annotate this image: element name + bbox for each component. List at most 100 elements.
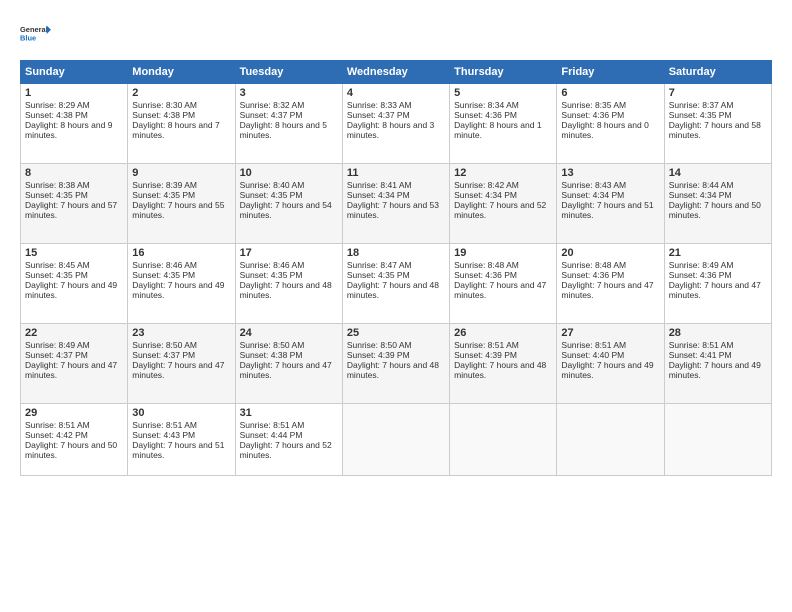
calendar-cell: 4 Sunrise: 8:33 AM Sunset: 4:37 PM Dayli… bbox=[342, 84, 449, 164]
sunrise-label: Sunrise: 8:51 AM bbox=[561, 340, 626, 350]
daylight-label: Daylight: 7 hours and 55 minutes. bbox=[132, 200, 224, 220]
sunset-label: Sunset: 4:37 PM bbox=[240, 110, 303, 120]
sunrise-label: Sunrise: 8:43 AM bbox=[561, 180, 626, 190]
sunset-label: Sunset: 4:39 PM bbox=[454, 350, 517, 360]
calendar-cell: 6 Sunrise: 8:35 AM Sunset: 4:36 PM Dayli… bbox=[557, 84, 664, 164]
sunset-label: Sunset: 4:35 PM bbox=[669, 110, 732, 120]
page: General Blue SundayMondayTuesdayWednesda… bbox=[0, 0, 792, 612]
sunset-label: Sunset: 4:34 PM bbox=[669, 190, 732, 200]
sunset-label: Sunset: 4:38 PM bbox=[240, 350, 303, 360]
daylight-label: Daylight: 7 hours and 50 minutes. bbox=[669, 200, 761, 220]
calendar-cell: 5 Sunrise: 8:34 AM Sunset: 4:36 PM Dayli… bbox=[450, 84, 557, 164]
calendar-cell: 20 Sunrise: 8:48 AM Sunset: 4:36 PM Dayl… bbox=[557, 244, 664, 324]
column-header-saturday: Saturday bbox=[664, 61, 771, 84]
sunset-label: Sunset: 4:34 PM bbox=[454, 190, 517, 200]
calendar-cell: 24 Sunrise: 8:50 AM Sunset: 4:38 PM Dayl… bbox=[235, 324, 342, 404]
calendar-cell: 25 Sunrise: 8:50 AM Sunset: 4:39 PM Dayl… bbox=[342, 324, 449, 404]
sunset-label: Sunset: 4:35 PM bbox=[240, 270, 303, 280]
sunset-label: Sunset: 4:38 PM bbox=[132, 110, 195, 120]
day-number: 10 bbox=[240, 167, 338, 179]
daylight-label: Daylight: 7 hours and 49 minutes. bbox=[25, 280, 117, 300]
day-number: 8 bbox=[25, 167, 123, 179]
day-number: 22 bbox=[25, 327, 123, 339]
daylight-label: Daylight: 7 hours and 51 minutes. bbox=[561, 200, 653, 220]
calendar-cell bbox=[664, 404, 771, 476]
sunset-label: Sunset: 4:34 PM bbox=[347, 190, 410, 200]
sunrise-label: Sunrise: 8:33 AM bbox=[347, 100, 412, 110]
calendar-cell: 23 Sunrise: 8:50 AM Sunset: 4:37 PM Dayl… bbox=[128, 324, 235, 404]
day-number: 2 bbox=[132, 87, 230, 99]
calendar-cell: 9 Sunrise: 8:39 AM Sunset: 4:35 PM Dayli… bbox=[128, 164, 235, 244]
sunrise-label: Sunrise: 8:32 AM bbox=[240, 100, 305, 110]
sunset-label: Sunset: 4:34 PM bbox=[561, 190, 624, 200]
sunrise-label: Sunrise: 8:39 AM bbox=[132, 180, 197, 190]
day-number: 21 bbox=[669, 247, 767, 259]
calendar-cell: 17 Sunrise: 8:46 AM Sunset: 4:35 PM Dayl… bbox=[235, 244, 342, 324]
sunset-label: Sunset: 4:36 PM bbox=[454, 110, 517, 120]
sunrise-label: Sunrise: 8:51 AM bbox=[454, 340, 519, 350]
calendar-cell: 19 Sunrise: 8:48 AM Sunset: 4:36 PM Dayl… bbox=[450, 244, 557, 324]
day-number: 1 bbox=[25, 87, 123, 99]
daylight-label: Daylight: 8 hours and 1 minute. bbox=[454, 120, 541, 140]
calendar-cell: 12 Sunrise: 8:42 AM Sunset: 4:34 PM Dayl… bbox=[450, 164, 557, 244]
day-number: 24 bbox=[240, 327, 338, 339]
daylight-label: Daylight: 7 hours and 52 minutes. bbox=[240, 440, 332, 460]
daylight-label: Daylight: 7 hours and 49 minutes. bbox=[669, 360, 761, 380]
sunrise-label: Sunrise: 8:49 AM bbox=[669, 260, 734, 270]
daylight-label: Daylight: 7 hours and 54 minutes. bbox=[240, 200, 332, 220]
daylight-label: Daylight: 8 hours and 9 minutes. bbox=[25, 120, 112, 140]
day-number: 14 bbox=[669, 167, 767, 179]
sunrise-label: Sunrise: 8:42 AM bbox=[454, 180, 519, 190]
calendar-cell bbox=[342, 404, 449, 476]
day-number: 12 bbox=[454, 167, 552, 179]
daylight-label: Daylight: 7 hours and 47 minutes. bbox=[454, 280, 546, 300]
daylight-label: Daylight: 7 hours and 53 minutes. bbox=[347, 200, 439, 220]
sunrise-label: Sunrise: 8:30 AM bbox=[132, 100, 197, 110]
daylight-label: Daylight: 8 hours and 0 minutes. bbox=[561, 120, 648, 140]
svg-text:Blue: Blue bbox=[20, 33, 36, 42]
daylight-label: Daylight: 8 hours and 3 minutes. bbox=[347, 120, 434, 140]
daylight-label: Daylight: 7 hours and 48 minutes. bbox=[240, 280, 332, 300]
sunrise-label: Sunrise: 8:50 AM bbox=[347, 340, 412, 350]
sunrise-label: Sunrise: 8:41 AM bbox=[347, 180, 412, 190]
column-header-tuesday: Tuesday bbox=[235, 61, 342, 84]
svg-text:General: General bbox=[20, 25, 48, 34]
sunset-label: Sunset: 4:37 PM bbox=[25, 350, 88, 360]
day-number: 25 bbox=[347, 327, 445, 339]
column-header-monday: Monday bbox=[128, 61, 235, 84]
column-header-sunday: Sunday bbox=[21, 61, 128, 84]
calendar-cell: 22 Sunrise: 8:49 AM Sunset: 4:37 PM Dayl… bbox=[21, 324, 128, 404]
calendar-cell: 28 Sunrise: 8:51 AM Sunset: 4:41 PM Dayl… bbox=[664, 324, 771, 404]
day-number: 17 bbox=[240, 247, 338, 259]
sunrise-label: Sunrise: 8:48 AM bbox=[561, 260, 626, 270]
sunset-label: Sunset: 4:36 PM bbox=[561, 110, 624, 120]
sunrise-label: Sunrise: 8:48 AM bbox=[454, 260, 519, 270]
calendar-cell: 11 Sunrise: 8:41 AM Sunset: 4:34 PM Dayl… bbox=[342, 164, 449, 244]
sunrise-label: Sunrise: 8:50 AM bbox=[132, 340, 197, 350]
calendar-cell: 29 Sunrise: 8:51 AM Sunset: 4:42 PM Dayl… bbox=[21, 404, 128, 476]
sunrise-label: Sunrise: 8:46 AM bbox=[240, 260, 305, 270]
calendar-cell: 13 Sunrise: 8:43 AM Sunset: 4:34 PM Dayl… bbox=[557, 164, 664, 244]
sunset-label: Sunset: 4:35 PM bbox=[132, 190, 195, 200]
sunset-label: Sunset: 4:42 PM bbox=[25, 430, 88, 440]
calendar-cell: 2 Sunrise: 8:30 AM Sunset: 4:38 PM Dayli… bbox=[128, 84, 235, 164]
logo-svg: General Blue bbox=[20, 18, 52, 50]
day-number: 4 bbox=[347, 87, 445, 99]
sunrise-label: Sunrise: 8:34 AM bbox=[454, 100, 519, 110]
sunrise-label: Sunrise: 8:46 AM bbox=[132, 260, 197, 270]
daylight-label: Daylight: 8 hours and 5 minutes. bbox=[240, 120, 327, 140]
week-row-1: 1 Sunrise: 8:29 AM Sunset: 4:38 PM Dayli… bbox=[21, 84, 772, 164]
daylight-label: Daylight: 7 hours and 49 minutes. bbox=[132, 280, 224, 300]
daylight-label: Daylight: 7 hours and 51 minutes. bbox=[132, 440, 224, 460]
sunset-label: Sunset: 4:36 PM bbox=[454, 270, 517, 280]
sunset-label: Sunset: 4:36 PM bbox=[561, 270, 624, 280]
sunset-label: Sunset: 4:35 PM bbox=[25, 270, 88, 280]
day-number: 30 bbox=[132, 407, 230, 419]
calendar-cell bbox=[557, 404, 664, 476]
day-number: 28 bbox=[669, 327, 767, 339]
calendar-cell: 3 Sunrise: 8:32 AM Sunset: 4:37 PM Dayli… bbox=[235, 84, 342, 164]
daylight-label: Daylight: 7 hours and 58 minutes. bbox=[669, 120, 761, 140]
day-number: 3 bbox=[240, 87, 338, 99]
day-number: 23 bbox=[132, 327, 230, 339]
sunrise-label: Sunrise: 8:45 AM bbox=[25, 260, 90, 270]
